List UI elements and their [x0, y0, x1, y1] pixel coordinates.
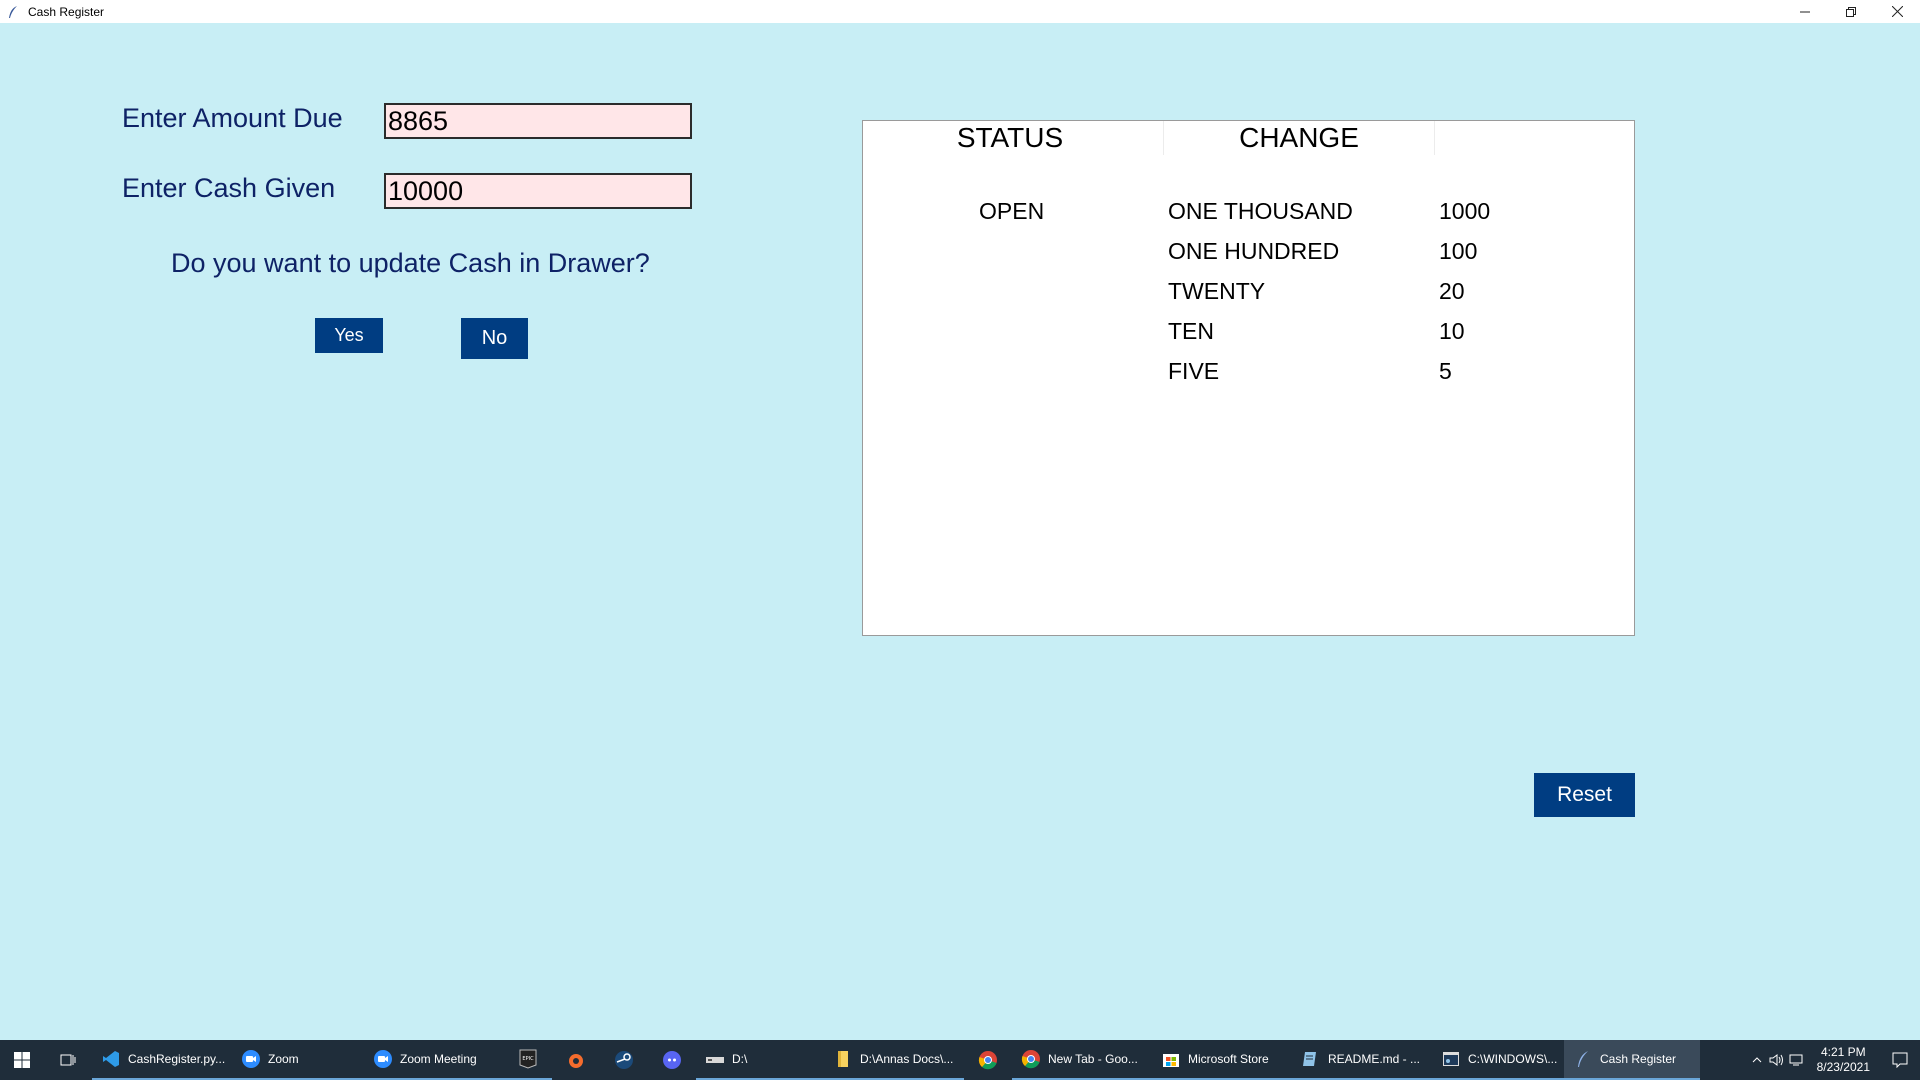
drive-icon [704, 1048, 726, 1070]
status-header: STATUS [956, 122, 1064, 153]
amount-due-label: Enter Amount Due [122, 103, 343, 133]
chrome-icon[interactable] [964, 1040, 1012, 1080]
feather-icon [9, 5, 17, 18]
windows-start-icon[interactable] [0, 1040, 44, 1080]
vscode-icon [100, 1048, 122, 1070]
restore-icon[interactable] [1828, 0, 1874, 23]
zoom-icon [372, 1048, 394, 1070]
taskbar-item-drive[interactable]: D:\ [696, 1040, 824, 1080]
cash-given-input[interactable] [384, 173, 692, 209]
system-tray: 4:21 PM 8/23/2021 [1747, 1040, 1920, 1080]
taskbar-item-label: D:\Annas Docs\... [860, 1052, 954, 1066]
reset-button[interactable]: Reset [1534, 773, 1635, 817]
change-denomination: TWENTY [1168, 278, 1266, 304]
svg-text:EPIC: EPIC [522, 1056, 534, 1062]
minimize-icon[interactable] [1782, 0, 1828, 23]
steam-icon[interactable] [600, 1040, 648, 1080]
change-amount: 1000 [1439, 198, 1491, 224]
feather-icon [1572, 1048, 1594, 1070]
change-denomination: ONE THOUSAND [1168, 198, 1353, 224]
chevron-up-icon[interactable] [1747, 1040, 1767, 1080]
network-icon[interactable] [1787, 1040, 1807, 1080]
taskbar-item-explorer[interactable]: D:\Annas Docs\... [824, 1040, 964, 1080]
epic-games-icon[interactable]: EPIC [504, 1040, 552, 1080]
notification-icon[interactable] [1880, 1040, 1920, 1080]
taskbar: CashRegister.py... Zoom Zoom Meeting EPI… [0, 1040, 1920, 1080]
taskbar-item-notepad[interactable]: README.md - ... [1292, 1040, 1432, 1080]
clock[interactable]: 4:21 PM 8/23/2021 [1807, 1045, 1880, 1075]
taskbar-item-label: New Tab - Goo... [1048, 1052, 1138, 1066]
change-denomination: ONE HUNDRED [1168, 238, 1340, 264]
volume-icon[interactable] [1767, 1040, 1787, 1080]
change-amount: 100 [1439, 238, 1478, 264]
yes-button[interactable]: Yes [315, 318, 383, 353]
taskbar-item-vscode[interactable]: CashRegister.py... [92, 1040, 232, 1080]
no-button[interactable]: No [461, 318, 528, 359]
title-bar: Cash Register [0, 0, 1920, 23]
update-drawer-question: Do you want to update Cash in Drawer? [171, 248, 650, 278]
taskbar-item-label: C:\WINDOWS\... [1468, 1052, 1558, 1066]
cash-given-label: Enter Cash Given [122, 173, 336, 203]
clock-time: 4:21 PM [1820, 1045, 1866, 1059]
taskbar-item-chrome[interactable]: New Tab - Goo... [1012, 1040, 1152, 1080]
task-view-icon[interactable] [44, 1040, 92, 1080]
change-denomination: TEN [1168, 318, 1214, 344]
close-icon[interactable] [1874, 0, 1920, 23]
change-denomination: FIVE [1168, 358, 1220, 384]
status-value: OPEN [979, 198, 1045, 224]
taskbar-item-store[interactable]: Microsoft Store [1152, 1040, 1292, 1080]
taskbar-item-zoom[interactable]: Zoom [232, 1040, 364, 1080]
chrome-icon [1020, 1048, 1042, 1070]
origin-icon[interactable] [552, 1040, 600, 1080]
cmd-icon [1440, 1048, 1462, 1070]
header-divider [1434, 121, 1435, 155]
change-header: CHANGE [1239, 122, 1359, 153]
change-amount: 10 [1439, 318, 1465, 344]
clock-date: 8/23/2021 [1816, 1060, 1870, 1074]
notepad-icon [1300, 1048, 1322, 1070]
taskbar-item-cmd[interactable]: C:\WINDOWS\... [1432, 1040, 1564, 1080]
window-title: Cash Register [28, 4, 105, 19]
store-icon [1160, 1048, 1182, 1070]
taskbar-item-label: Cash Register [1600, 1052, 1677, 1066]
taskbar-item-label: D:\ [732, 1052, 748, 1066]
folder-icon [832, 1048, 854, 1070]
taskbar-item-label: README.md - ... [1328, 1052, 1421, 1066]
change-amount: 20 [1439, 278, 1465, 304]
taskbar-item-zoom-meeting[interactable]: Zoom Meeting [364, 1040, 504, 1080]
discord-icon[interactable] [648, 1040, 696, 1080]
zoom-icon [240, 1048, 262, 1070]
taskbar-item-cash-register[interactable]: Cash Register [1564, 1040, 1700, 1080]
change-panel: STATUS CHANGE OPEN ONE THOUSAND 1000 ONE… [862, 120, 1635, 636]
taskbar-item-label: Microsoft Store [1188, 1052, 1269, 1066]
taskbar-item-label: CashRegister.py... [128, 1052, 226, 1066]
change-amount: 5 [1439, 358, 1452, 384]
window-controls [1782, 0, 1920, 23]
amount-due-input[interactable] [384, 103, 692, 139]
taskbar-item-label: Zoom Meeting [400, 1052, 477, 1066]
taskbar-item-label: Zoom [268, 1052, 299, 1066]
